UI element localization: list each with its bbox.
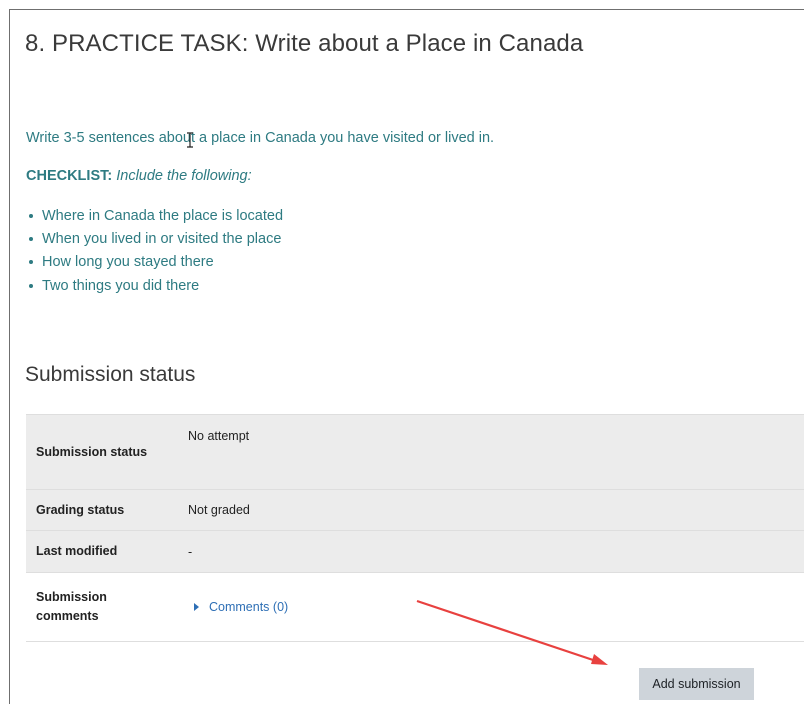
- list-item-text: How long you stayed there: [42, 254, 214, 271]
- add-submission-button[interactable]: Add submission: [639, 668, 754, 700]
- comments-toggle[interactable]: Comments (0): [188, 600, 288, 614]
- bullet-icon: [29, 283, 33, 288]
- bullet-icon: [29, 260, 33, 265]
- row-value-last-modified: -: [177, 530, 804, 573]
- checklist-list: Where in Canada the place is located Whe…: [26, 204, 283, 297]
- table-row: Grading status Not graded: [26, 489, 804, 531]
- bullet-icon: [29, 236, 33, 241]
- intro-text: Write 3-5 sentences about a place in Can…: [26, 130, 495, 146]
- red-arrow-icon: [416, 599, 608, 665]
- comments-link-label: Comments (0): [209, 600, 289, 614]
- text-cursor-icon: [187, 132, 193, 148]
- bullet-icon: [29, 213, 33, 218]
- checklist-label: CHECKLIST:: [26, 168, 113, 184]
- row-value-submission-status: No attempt: [177, 414, 804, 490]
- list-item-text: When you lived in or visited the place: [42, 230, 282, 247]
- submission-status-heading: Submission status: [25, 363, 196, 386]
- assignment-panel: 8. PRACTICE TASK: Write about a Place in…: [9, 9, 804, 704]
- checklist-instruction: Include the following:: [116, 168, 252, 184]
- list-item: Where in Canada the place is located: [26, 204, 283, 227]
- row-value-grading-status: Not graded: [177, 489, 804, 531]
- row-label-last-modified: Last modified: [26, 530, 177, 573]
- list-item-text: Two things you did there: [42, 277, 200, 294]
- list-item: How long you stayed there: [26, 251, 283, 274]
- checklist-heading: CHECKLIST: Include the following:: [26, 168, 252, 184]
- list-item: When you lived in or visited the place: [26, 227, 283, 250]
- triangle-right-icon: [194, 603, 199, 611]
- table-row: Submission status No attempt: [26, 414, 804, 490]
- row-label-grading-status: Grading status: [26, 489, 177, 531]
- row-label-submission-comments: Submission comments: [26, 572, 177, 642]
- table-row: Last modified -: [26, 530, 804, 573]
- list-item-text: Where in Canada the place is located: [42, 207, 284, 224]
- list-item: Two things you did there: [26, 274, 283, 297]
- page-title: 8. PRACTICE TASK: Write about a Place in…: [25, 30, 584, 57]
- row-label-submission-status: Submission status: [26, 414, 177, 490]
